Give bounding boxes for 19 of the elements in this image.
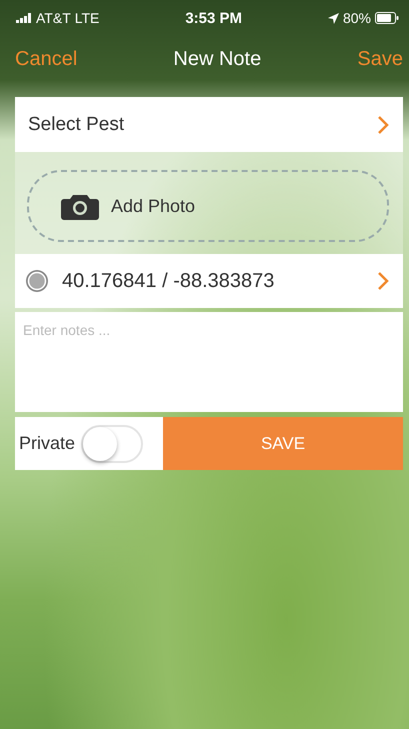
add-photo-button[interactable]: Add Photo bbox=[27, 170, 389, 242]
private-label: Private bbox=[19, 433, 76, 454]
carrier: AT&T bbox=[36, 10, 71, 26]
location-dot-icon bbox=[25, 269, 49, 293]
chevron-right-icon bbox=[377, 114, 389, 134]
status-time: 3:53 PM bbox=[185, 10, 242, 26]
battery-percent: 80% bbox=[342, 10, 371, 26]
location-arrow-icon bbox=[328, 12, 339, 24]
camera-icon bbox=[61, 192, 99, 220]
chevron-right-icon bbox=[377, 271, 389, 291]
select-pest-row[interactable]: Select Pest bbox=[15, 97, 403, 152]
location-row[interactable]: 40.176841 / -88.383873 bbox=[15, 254, 403, 308]
coordinates: 40.176841 / -88.383873 bbox=[62, 270, 274, 292]
notes-field[interactable]: Enter notes ... bbox=[15, 312, 403, 412]
screen-title: New Note bbox=[173, 48, 262, 70]
signal-icon bbox=[16, 13, 32, 23]
private-toggle[interactable] bbox=[81, 424, 144, 462]
network-type: LTE bbox=[74, 10, 100, 26]
battery-icon bbox=[375, 12, 399, 24]
